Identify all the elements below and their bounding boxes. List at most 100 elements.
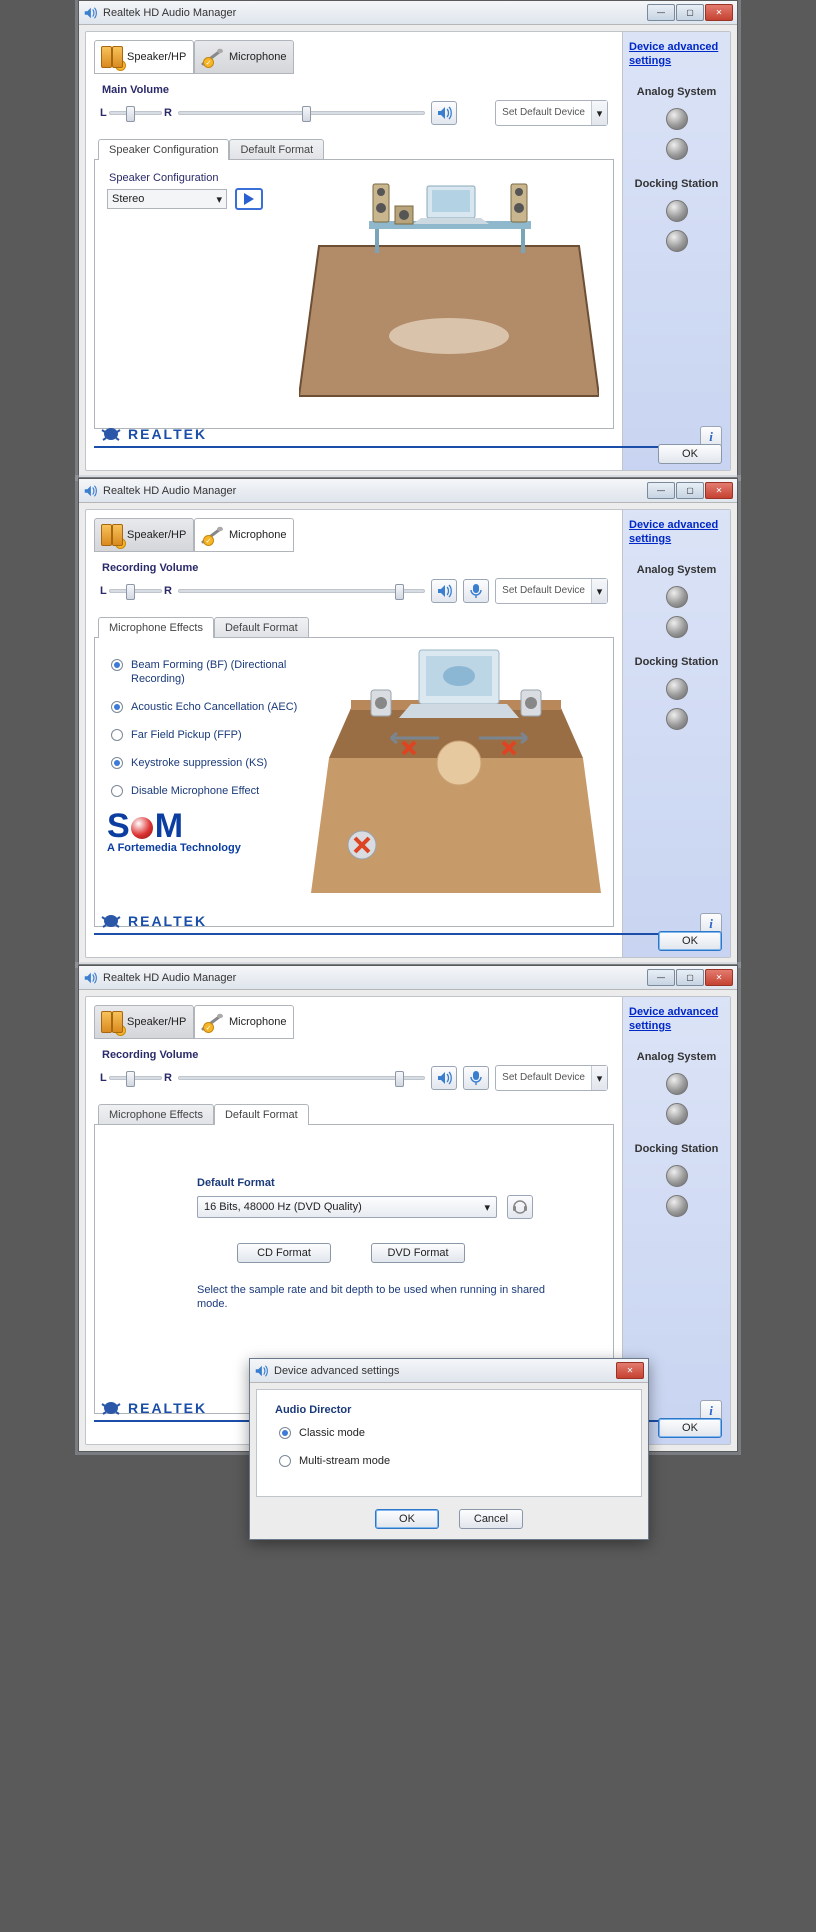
- recording-volume-slider[interactable]: [178, 1076, 425, 1080]
- analog-system-label: Analog System: [629, 564, 724, 576]
- tab-microphone[interactable]: ✓ Microphone: [194, 518, 294, 552]
- tab-speaker[interactable]: ✓ Speaker/HP: [94, 518, 194, 552]
- mic-boost-button[interactable]: [463, 1066, 489, 1090]
- set-default-device[interactable]: Set Default Device▾: [495, 578, 608, 604]
- subtab-mic-effects[interactable]: Microphone Effects: [98, 617, 214, 638]
- minimize-button[interactable]: —: [647, 482, 675, 499]
- mute-button[interactable]: [431, 579, 457, 603]
- tab-microphone[interactable]: ✓ Microphone: [194, 1005, 294, 1039]
- app-icon: [83, 6, 97, 20]
- titlebar[interactable]: Realtek HD Audio Manager — ▢ ✕: [79, 1, 737, 25]
- realtek-logo: REALTEK: [100, 911, 207, 931]
- realtek-logo: REALTEK: [100, 424, 207, 444]
- dialog-ok-button[interactable]: OK: [375, 1509, 439, 1529]
- close-button[interactable]: ✕: [705, 969, 733, 986]
- ok-button[interactable]: OK: [658, 1418, 722, 1438]
- dock-jack-2[interactable]: [666, 1195, 688, 1217]
- default-format-select[interactable]: 16 Bits, 48000 Hz (DVD Quality)▾: [197, 1196, 497, 1218]
- window-title: Realtek HD Audio Manager: [103, 485, 647, 497]
- minimize-button[interactable]: —: [647, 4, 675, 21]
- tab-speaker[interactable]: ✓ Speaker/HP: [94, 40, 194, 74]
- subtab-default-format[interactable]: Default Format: [214, 617, 309, 638]
- dock-jack-2[interactable]: [666, 230, 688, 252]
- recording-volume-slider[interactable]: [178, 589, 425, 593]
- maximize-button[interactable]: ▢: [676, 969, 704, 986]
- chevron-down-icon[interactable]: ▾: [591, 1066, 607, 1090]
- tab-speaker[interactable]: ✓ Speaker/HP: [94, 1005, 194, 1039]
- speaker-config-select[interactable]: Stereo▾: [107, 189, 227, 209]
- subtab-default-format[interactable]: Default Format: [214, 1104, 309, 1125]
- device-advanced-settings-link[interactable]: Device advanced settings: [629, 40, 724, 68]
- mute-button[interactable]: [431, 1066, 457, 1090]
- cd-format-button[interactable]: CD Format: [237, 1243, 331, 1263]
- analog-jack-2[interactable]: [666, 616, 688, 638]
- recording-volume-label: Recording Volume: [102, 562, 614, 574]
- opt-ffp[interactable]: Far Field Pickup (FFP): [111, 728, 307, 742]
- dialog-titlebar[interactable]: Device advanced settings ✕: [250, 1359, 648, 1383]
- chevron-down-icon: ▾: [216, 193, 222, 206]
- device-advanced-settings-dialog: Device advanced settings ✕ Audio Directo…: [249, 1358, 649, 1540]
- ok-button[interactable]: OK: [658, 931, 722, 951]
- analog-jack-2[interactable]: [666, 138, 688, 160]
- maximize-button[interactable]: ▢: [676, 482, 704, 499]
- speaker-icon: ✓: [101, 46, 123, 68]
- chevron-down-icon[interactable]: ▾: [591, 579, 607, 603]
- close-button[interactable]: ✕: [705, 482, 733, 499]
- analog-jack-1[interactable]: [666, 1073, 688, 1095]
- play-button[interactable]: [235, 188, 263, 210]
- docking-station-label: Docking Station: [629, 178, 724, 190]
- docking-station-label: Docking Station: [629, 656, 724, 668]
- headphone-button[interactable]: [507, 1195, 533, 1219]
- analog-jack-1[interactable]: [666, 108, 688, 130]
- analog-system-label: Analog System: [629, 1051, 724, 1063]
- tab-microphone[interactable]: ✓ Microphone: [194, 40, 294, 74]
- set-default-device[interactable]: Set Default Device▾: [495, 100, 608, 126]
- dock-jack-2[interactable]: [666, 708, 688, 730]
- maximize-button[interactable]: ▢: [676, 4, 704, 21]
- balance-slider[interactable]: L R: [100, 585, 172, 597]
- titlebar[interactable]: Realtek HD Audio Manager — ▢ ✕: [79, 479, 737, 503]
- subtab-default-format[interactable]: Default Format: [229, 139, 324, 160]
- dock-jack-1[interactable]: [666, 200, 688, 222]
- dialog-cancel-button[interactable]: Cancel: [459, 1509, 523, 1529]
- subtab-speaker-config[interactable]: Speaker Configuration: [98, 139, 229, 160]
- opt-disable[interactable]: Disable Microphone Effect: [111, 784, 307, 798]
- titlebar[interactable]: Realtek HD Audio Manager — ▢ ✕: [79, 966, 737, 990]
- analog-jack-2[interactable]: [666, 1103, 688, 1125]
- analog-jack-1[interactable]: [666, 586, 688, 608]
- mic-effects-panel: Beam Forming (BF) (Directional Recording…: [94, 637, 614, 927]
- mic-scene-illustration: [311, 638, 601, 898]
- opt-multistream-mode[interactable]: Multi-stream mode: [279, 1454, 623, 1468]
- opt-aec[interactable]: Acoustic Echo Cancellation (AEC): [111, 700, 307, 714]
- sam-logo: SM A Fortemedia Technology: [107, 812, 307, 854]
- balance-slider[interactable]: L R: [100, 1072, 172, 1084]
- device-advanced-settings-link[interactable]: Device advanced settings: [629, 518, 724, 546]
- device-advanced-settings-link[interactable]: Device advanced settings: [629, 1005, 724, 1033]
- microphone-icon: ✓: [201, 526, 225, 544]
- window-title: Realtek HD Audio Manager: [103, 972, 647, 984]
- close-button[interactable]: ✕: [705, 4, 733, 21]
- set-default-device[interactable]: Set Default Device▾: [495, 1065, 608, 1091]
- chevron-down-icon: ▾: [484, 1201, 490, 1214]
- dock-jack-1[interactable]: [666, 1165, 688, 1187]
- opt-classic-mode[interactable]: Classic mode: [279, 1426, 623, 1440]
- mic-boost-button[interactable]: [463, 579, 489, 603]
- balance-slider[interactable]: L R: [100, 107, 172, 119]
- window-title: Realtek HD Audio Manager: [103, 7, 647, 19]
- mute-button[interactable]: [431, 101, 457, 125]
- default-format-label: Default Format: [197, 1177, 601, 1189]
- format-hint: Select the sample rate and bit depth to …: [197, 1283, 557, 1311]
- app-icon: [83, 484, 97, 498]
- audio-director-label: Audio Director: [275, 1404, 623, 1416]
- speaker-config-panel: Speaker Configuration Stereo▾: [94, 159, 614, 429]
- opt-ks[interactable]: Keystroke suppression (KS): [111, 756, 307, 770]
- opt-beam-forming[interactable]: Beam Forming (BF) (Directional Recording…: [111, 658, 307, 686]
- ok-button[interactable]: OK: [658, 444, 722, 464]
- chevron-down-icon[interactable]: ▾: [591, 101, 607, 125]
- subtab-mic-effects[interactable]: Microphone Effects: [98, 1104, 214, 1125]
- dialog-close-button[interactable]: ✕: [616, 1362, 644, 1379]
- dvd-format-button[interactable]: DVD Format: [371, 1243, 465, 1263]
- dock-jack-1[interactable]: [666, 678, 688, 700]
- minimize-button[interactable]: —: [647, 969, 675, 986]
- main-volume-slider[interactable]: [178, 111, 425, 115]
